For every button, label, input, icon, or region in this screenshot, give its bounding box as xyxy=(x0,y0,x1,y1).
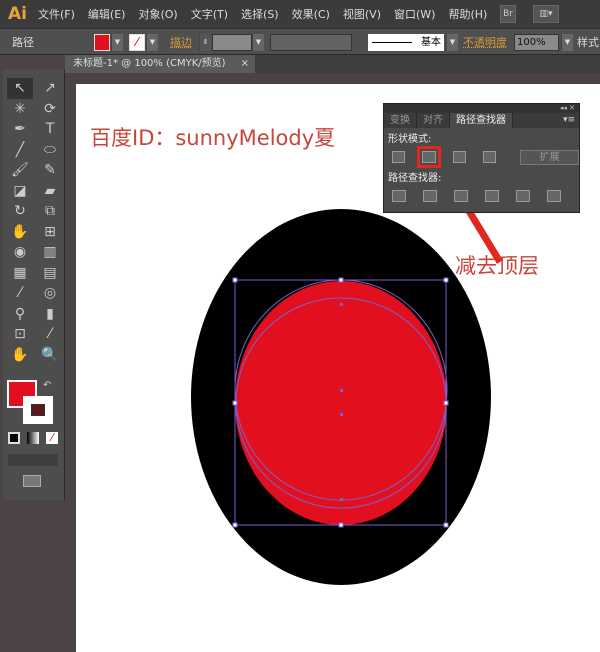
panel-controls[interactable]: ◂◂ ✕ xyxy=(384,104,579,113)
tab-pathfinder[interactable]: 路径查找器 xyxy=(450,113,513,128)
crop-button[interactable] xyxy=(485,190,499,202)
panel-menu-icon[interactable]: ▾≡ xyxy=(563,113,579,128)
exclude-button[interactable] xyxy=(482,151,497,163)
divide-button[interactable] xyxy=(392,190,406,202)
pathfinder-panel: ◂◂ ✕ 变换 对齐 路径查找器 ▾≡ 形状模式: 扩展 路径查找器: xyxy=(383,103,580,213)
pathfinders-label: 路径查找器: xyxy=(388,173,442,184)
trim-button[interactable] xyxy=(423,190,437,202)
merge-button[interactable] xyxy=(454,190,468,202)
tab-transform[interactable]: 变换 xyxy=(384,113,417,128)
minus-back-button[interactable] xyxy=(547,190,561,202)
watermark-text: 百度ID：sunnyMelody夏 xyxy=(90,126,336,150)
tab-align[interactable]: 对齐 xyxy=(417,113,450,128)
red-circle[interactable] xyxy=(235,281,447,525)
annotation-text: 减去顶层 xyxy=(455,254,539,278)
intersect-button[interactable] xyxy=(452,151,466,163)
outline-button[interactable] xyxy=(516,190,530,202)
minus-front-button[interactable] xyxy=(417,146,441,168)
unite-button[interactable] xyxy=(392,151,406,163)
artwork xyxy=(191,168,503,585)
shape-modes-label: 形状模式: xyxy=(388,134,432,145)
expand-button[interactable]: 扩展 xyxy=(520,149,579,165)
